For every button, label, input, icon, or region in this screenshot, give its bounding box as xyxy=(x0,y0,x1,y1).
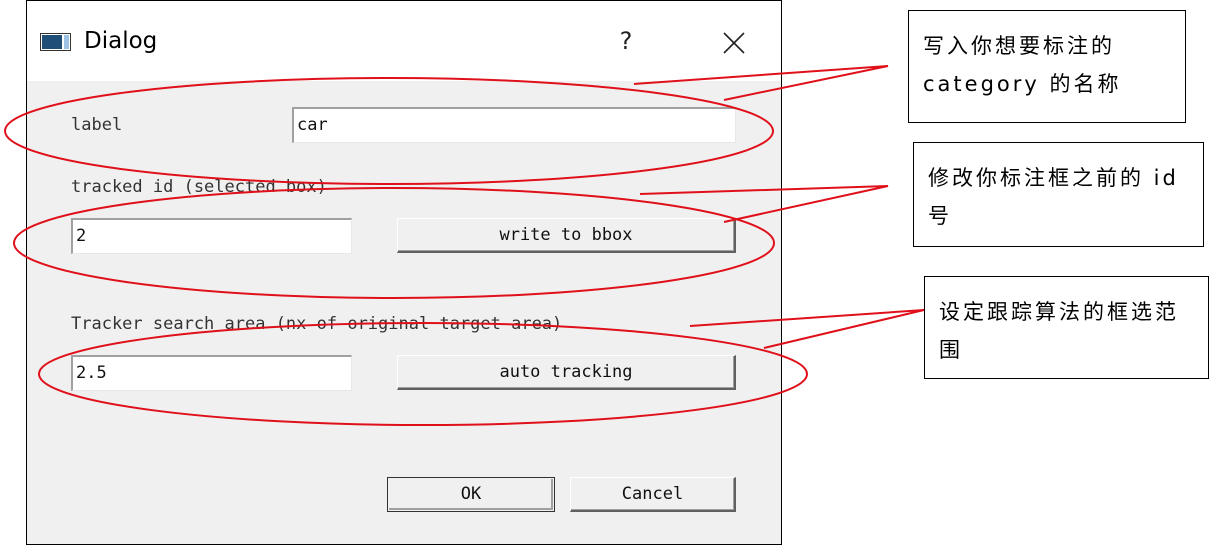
write-to-bbox-button[interactable]: write to bbox xyxy=(397,218,736,253)
cancel-button[interactable]: Cancel xyxy=(570,477,736,512)
search-area-caption: Tracker search area (nx of original targ… xyxy=(71,314,563,334)
search-area-input[interactable]: 2.5 xyxy=(71,355,352,391)
window-app-icon xyxy=(40,33,71,51)
label-input[interactable]: car xyxy=(292,107,736,143)
dialog-window: Dialog ? label car tracked id (selected … xyxy=(26,0,782,545)
close-icon[interactable] xyxy=(713,25,753,61)
help-button[interactable]: ? xyxy=(606,23,646,59)
label-caption: label xyxy=(71,115,123,135)
window-title: Dialog xyxy=(84,28,158,54)
annotation-note-category: 写入你想要标注的category 的名称 xyxy=(908,10,1186,123)
annotation-note-search-area: 设定跟踪算法的框选范围 xyxy=(924,276,1209,379)
annotation-note-id: 修改你标注框之前的 id 号 xyxy=(913,142,1204,247)
tracked-id-input[interactable]: 2 xyxy=(71,218,352,254)
auto-tracking-button[interactable]: auto tracking xyxy=(397,355,736,390)
ok-button[interactable]: OK xyxy=(387,477,555,512)
title-bar: Dialog ? xyxy=(27,1,781,81)
tracked-id-caption: tracked id (selected box) xyxy=(71,177,327,197)
